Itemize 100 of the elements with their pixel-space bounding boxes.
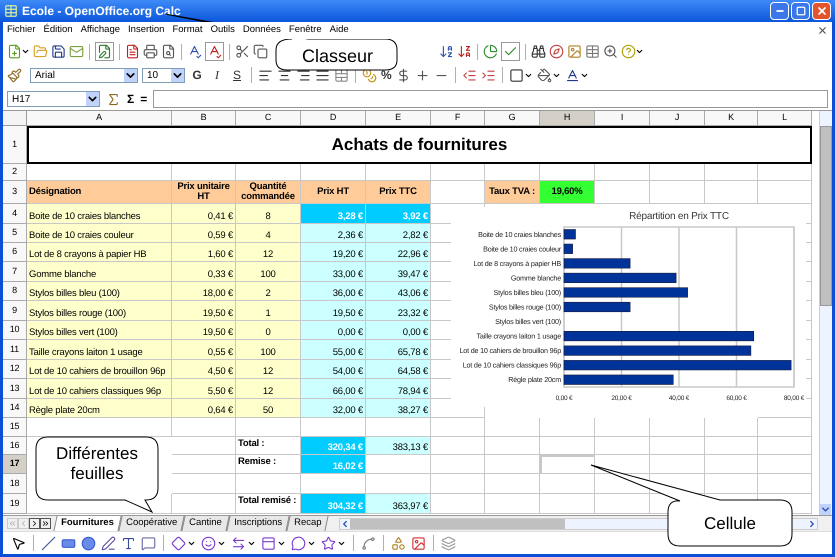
row-header[interactable]: 3 xyxy=(3,181,27,204)
cell-text: 0,64 € xyxy=(208,406,233,416)
column-header[interactable]: J xyxy=(650,111,705,126)
cell-text: 0 xyxy=(265,328,271,338)
header-text: Prix TTC xyxy=(379,187,417,197)
cell-text: 2,36 € xyxy=(338,231,363,241)
sheet-tab[interactable]: Recap xyxy=(286,516,329,531)
cell-text: Stylos billes bleu (100) xyxy=(29,289,120,299)
column-header[interactable]: E xyxy=(366,111,431,126)
header-text: Désignation xyxy=(29,187,82,197)
cell-text: Taille crayons laiton 1 usage xyxy=(29,348,143,358)
column-header[interactable]: L xyxy=(758,111,812,126)
bold-button[interactable]: G xyxy=(189,66,205,84)
cell-text: 38,27 € xyxy=(398,406,428,416)
row-header[interactable]: 7 xyxy=(3,262,27,282)
cell-text: 5,50 € xyxy=(208,387,233,397)
row-header[interactable]: 8 xyxy=(3,282,27,301)
header-text: 3,28 € xyxy=(338,212,363,222)
column-header[interactable]: F xyxy=(431,111,485,126)
cell-text: 19,50 € xyxy=(202,309,233,319)
column-header[interactable]: H xyxy=(540,111,595,126)
column-header[interactable]: K xyxy=(705,111,758,126)
cell-text: 2,82 € xyxy=(402,231,428,241)
cell-text: 12 xyxy=(262,387,274,397)
column-header[interactable]: I xyxy=(595,111,650,126)
callout-label: Différentes feuilles xyxy=(55,444,139,485)
cell-text: 0,55 € xyxy=(208,348,233,358)
cell-text: Boite de 10 craies blanches xyxy=(29,212,140,222)
cell-text: 55,00 € xyxy=(332,348,363,358)
cell-text: Lot de 10 cahiers de brouillon 96p xyxy=(29,367,166,377)
sheet-title: Achats de fournitures xyxy=(27,126,812,164)
header-text: Remise : xyxy=(238,457,276,467)
row-header[interactable]: 9 xyxy=(3,301,27,321)
cell-text: 19,50 € xyxy=(202,328,233,338)
percent-button[interactable]: % xyxy=(381,66,392,84)
underline-button[interactable]: S xyxy=(229,66,245,84)
header-text: Total remisé : xyxy=(238,496,296,506)
cell-text: 1,60 € xyxy=(208,250,233,260)
row-header[interactable]: 4 xyxy=(3,204,27,224)
row-header[interactable]: 12 xyxy=(3,360,27,379)
row-header[interactable]: 18 xyxy=(3,474,27,494)
sheet-tab[interactable]: Fournitures xyxy=(53,516,122,531)
cell-text: 0,59 € xyxy=(208,231,233,241)
cell-text: 39,47 € xyxy=(398,270,428,280)
row-header[interactable]: 16 xyxy=(3,437,27,455)
sheet-tab[interactable]: Coopérative xyxy=(118,516,185,531)
cell-text: 0,41 € xyxy=(208,212,233,222)
row-header[interactable]: 6 xyxy=(3,243,27,262)
cell-text: 32,00 € xyxy=(332,406,363,416)
cell-text: Lot de 8 crayons à papier HB xyxy=(29,250,146,260)
cell-text: 33,00 € xyxy=(332,270,363,280)
cell-text: 363,97 € xyxy=(392,502,428,512)
sum-button[interactable]: Σ xyxy=(127,90,134,108)
cell-text: Lot de 10 cahiers classiques 96p xyxy=(29,387,161,397)
column-header[interactable]: A xyxy=(27,111,172,126)
cell-text: 43,06 € xyxy=(398,289,428,299)
header-text: 320,34 € xyxy=(328,443,363,453)
row-header[interactable]: 11 xyxy=(3,340,27,360)
row-header[interactable]: 10 xyxy=(3,321,27,340)
cell-text: 8 xyxy=(265,212,271,222)
cell-text: 0,00 € xyxy=(338,328,363,338)
cell-text: 54,00 € xyxy=(332,367,363,377)
sheet-tab[interactable]: Inscriptions xyxy=(226,516,290,531)
cell-text: Boite de 10 craies couleur xyxy=(29,231,134,241)
equals-button[interactable]: = xyxy=(140,90,148,108)
window-title: Ecole - OpenOffice.org Calc xyxy=(22,3,181,20)
cell-text: 64,58 € xyxy=(398,367,428,377)
cell-reference-field[interactable]: H17 xyxy=(7,91,100,107)
cell-text: 23,32 € xyxy=(398,309,428,319)
cell-text: 12 xyxy=(262,250,274,260)
font-size-field[interactable]: 10 xyxy=(142,68,185,82)
row-header[interactable]: 17 xyxy=(3,455,27,474)
row-header[interactable]: 19 xyxy=(3,494,27,514)
column-header[interactable]: C xyxy=(236,111,301,126)
cell-text: 100 xyxy=(260,348,276,358)
cell-text: 0,33 € xyxy=(208,270,233,280)
column-header[interactable]: D xyxy=(301,111,366,126)
italic-button[interactable]: I xyxy=(209,66,225,84)
row-header[interactable]: 14 xyxy=(3,399,27,418)
callout-label: Cellule xyxy=(703,513,757,535)
row-header[interactable]: 15 xyxy=(3,418,27,437)
row-header[interactable]: 2 xyxy=(3,164,27,181)
cell-text: 19,20 € xyxy=(332,250,363,260)
column-header[interactable]: G xyxy=(485,111,540,126)
callout-label: Classeur xyxy=(300,45,374,68)
header-text: Taux TVA : xyxy=(489,187,535,197)
row-header[interactable]: 5 xyxy=(3,224,27,243)
cell-text: Stylos billes vert (100) xyxy=(29,328,118,338)
column-header[interactable]: B xyxy=(172,111,236,126)
font-name-field[interactable]: Arial xyxy=(30,68,138,82)
cell-text: 50 xyxy=(262,406,274,416)
sheet-tab[interactable]: Cantine xyxy=(181,516,230,531)
cell-text: 100 xyxy=(260,270,276,280)
cell-text: 383,13 € xyxy=(392,443,428,453)
header-text: Total : xyxy=(238,439,264,449)
cell-text: 2 xyxy=(265,289,271,299)
cell-text: Gomme blanche xyxy=(29,270,96,280)
row-header[interactable]: 13 xyxy=(3,379,27,399)
row-header[interactable]: 1 xyxy=(3,126,27,164)
header-text: Quantité commandée xyxy=(240,182,296,202)
